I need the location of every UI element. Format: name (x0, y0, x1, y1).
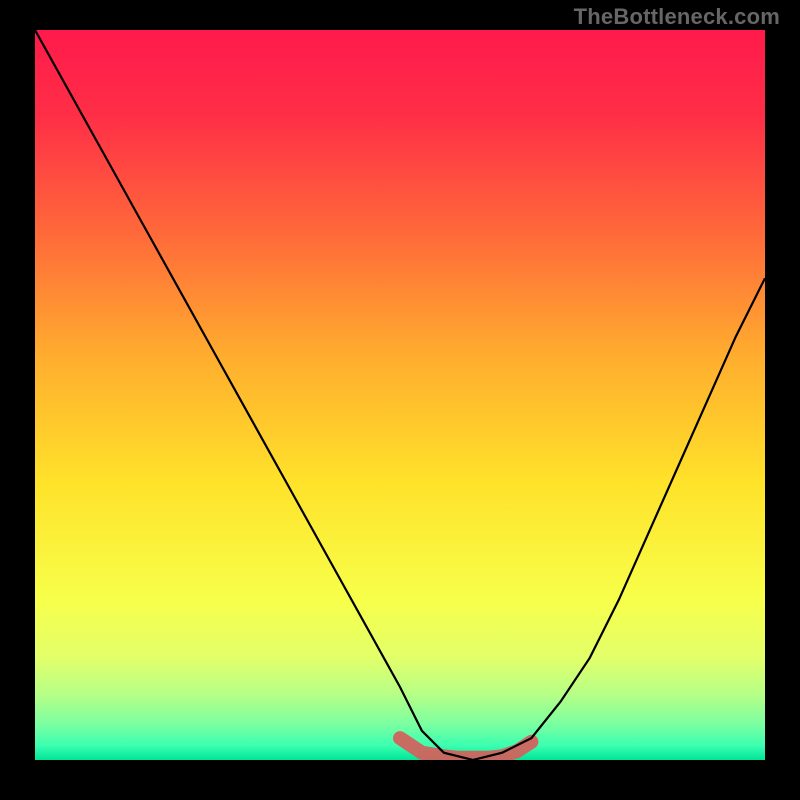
curve-layer (35, 30, 765, 760)
plot-area (35, 30, 765, 760)
watermark-text: TheBottleneck.com (574, 4, 780, 30)
bottleneck-curve (35, 30, 765, 760)
chart-frame: TheBottleneck.com (0, 0, 800, 800)
